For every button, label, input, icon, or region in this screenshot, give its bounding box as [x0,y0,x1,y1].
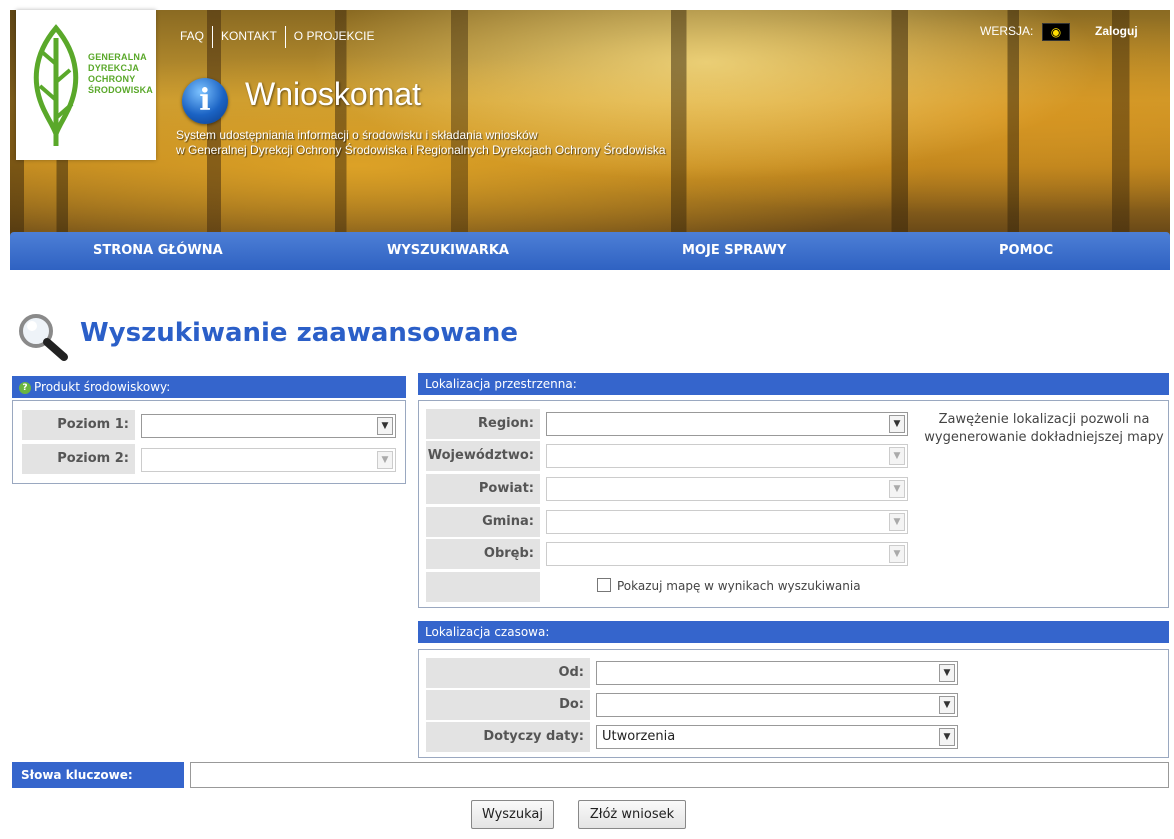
page-title: Wyszukiwanie zaawansowane [80,318,518,348]
chevron-down-icon[interactable]: ▼ [889,480,905,498]
nav-help[interactable]: POMOC [999,243,1053,258]
county-label: Powiat: [426,474,540,504]
voivodeship-select[interactable]: ▼ [546,444,908,468]
precinct-label: Obręb: [426,539,540,569]
spatial-panel-header: Lokalizacja przestrzenna: [418,373,1169,395]
to-date-select[interactable]: ▼ [596,693,958,717]
submit-request-button[interactable]: Złóż wniosek [578,800,686,829]
search-button[interactable]: Wyszukaj [471,800,554,829]
header-banner: GENERALNA DYREKCJA OCHRONY ŚRODOWISKA FA… [10,10,1170,270]
subtitle-line: System udostępniania informacji o środow… [176,128,538,142]
date-type-label: Dotyczy daty: [426,722,590,752]
keywords-input[interactable] [190,762,1169,788]
show-map-label: Pokazuj mapę w wynikach wyszukiwania [617,579,861,593]
magnifier-icon [19,314,68,361]
county-select[interactable]: ▼ [546,477,908,501]
nav-search[interactable]: WYSZUKIWARKA [387,243,509,258]
about-link[interactable]: O PROJEKCIE [286,29,383,43]
help-icon[interactable]: ? [19,382,31,394]
leaf-logo-icon [33,24,79,146]
chevron-down-icon[interactable]: ▼ [889,513,905,531]
map-hint-text: Zawężenie lokalizacji pozwoli na wygener… [924,412,1164,445]
top-links: FAQ KONTAKT O PROJEKCIE [178,26,382,48]
main-nav: STRONA GŁÓWNA WYSZUKIWARKA MOJE SPRAWY P… [10,232,1170,270]
region-select[interactable]: ▼ [546,412,908,436]
product-panel-header: ? Produkt środowiskowy: [12,376,406,398]
contrast-eye-icon[interactable]: ◉ [1042,23,1070,41]
level1-select[interactable]: ▼ [141,414,396,438]
product-heading: Produkt środowiskowy: [34,380,171,394]
from-date-select[interactable]: ▼ [596,661,958,685]
level2-label: Poziom 2: [22,444,135,474]
logo-text: GENERALNA DYREKCJA OCHRONY ŚRODOWISKA [88,52,153,96]
show-map-checkbox[interactable] [597,578,611,592]
contact-link[interactable]: KONTAKT [213,29,285,43]
region-label: Region: [426,409,540,439]
commune-select[interactable]: ▼ [546,510,908,534]
to-label: Do: [426,690,590,720]
gdos-logo[interactable]: GENERALNA DYREKCJA OCHRONY ŚRODOWISKA [16,10,156,160]
logo-line: DYREKCJA [88,63,140,73]
chevron-down-icon[interactable]: ▼ [939,664,955,682]
nav-home[interactable]: STRONA GŁÓWNA [93,243,223,258]
empty-label-cell [426,572,540,602]
chevron-down-icon[interactable]: ▼ [889,447,905,465]
chevron-down-icon[interactable]: ▼ [889,545,905,563]
login-link[interactable]: Zaloguj [1095,24,1138,38]
date-type-select[interactable]: Utworzenia ▼ [596,725,958,749]
app-title: Wnioskomat [245,76,422,112]
precinct-select[interactable]: ▼ [546,542,908,566]
level2-select[interactable]: ▼ [141,448,396,472]
chevron-down-icon[interactable]: ▼ [939,696,955,714]
temporal-panel-header: Lokalizacja czasowa: [418,621,1169,643]
chevron-down-icon[interactable]: ▼ [377,451,393,469]
chevron-down-icon[interactable]: ▼ [377,417,393,435]
logo-line: OCHRONY [88,74,136,84]
subtitle-line: w Generalnej Dyrekcji Ochrony Środowiska… [176,143,666,157]
info-icon: i [182,78,228,124]
level1-label: Poziom 1: [22,410,135,440]
logo-line: GENERALNA [88,52,147,62]
show-map-option[interactable]: Pokazuj mapę w wynikach wyszukiwania [597,578,861,593]
app-subtitle: System udostępniania informacji o środow… [176,128,666,158]
version-label: WERSJA: [980,24,1034,38]
chevron-down-icon[interactable]: ▼ [889,415,905,433]
nav-my-cases[interactable]: MOJE SPRAWY [682,243,786,258]
commune-label: Gmina: [426,507,540,537]
faq-link[interactable]: FAQ [178,29,212,43]
chevron-down-icon[interactable]: ▼ [939,728,955,746]
from-label: Od: [426,658,590,688]
voivodeship-label: Województwo: [426,441,540,471]
keywords-label: Słowa kluczowe: [12,762,184,788]
date-type-value: Utworzenia [602,729,676,744]
logo-line: ŚRODOWISKA [88,85,153,95]
